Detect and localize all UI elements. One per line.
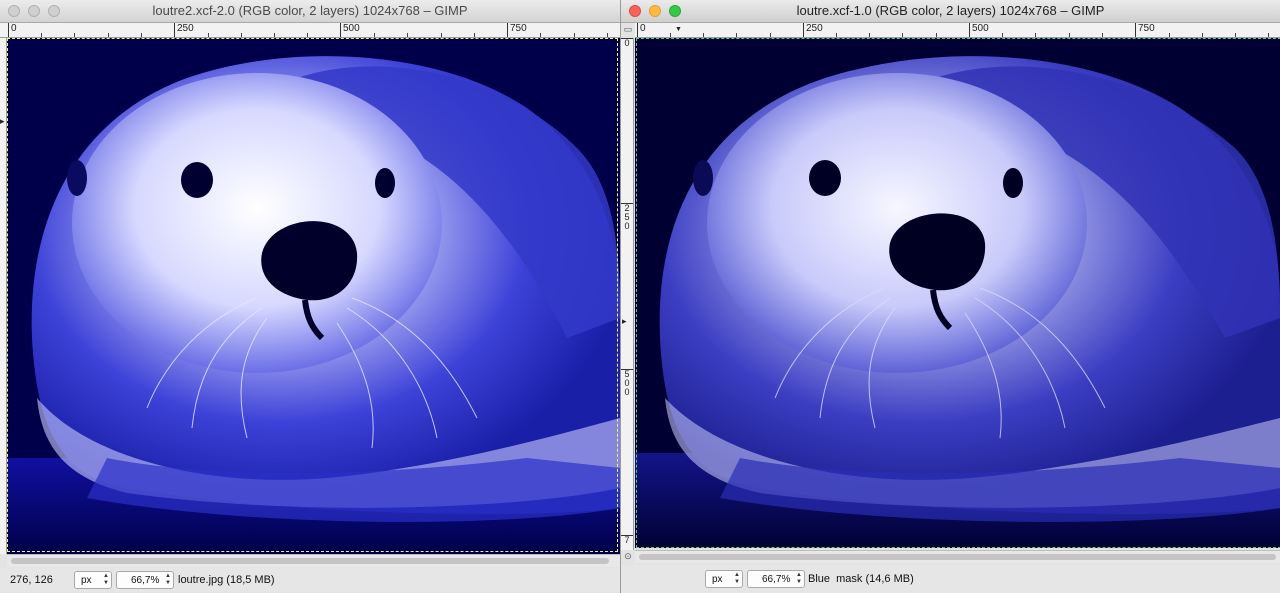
- otter-image: [635, 38, 1280, 548]
- window-title: loutre2.xcf-2.0 (RGB color, 2 layers) 10…: [152, 3, 468, 18]
- title-bar[interactable]: loutre2.xcf-2.0 (RGB color, 2 layers) 10…: [0, 0, 620, 23]
- horizontal-scrollbar[interactable]: [7, 554, 620, 567]
- stepper-arrows-icon: ▲ ▼: [103, 573, 109, 586]
- ruler-label: 250: [174, 23, 194, 37]
- zoom-window-icon[interactable]: [48, 5, 60, 17]
- zoom-selector[interactable]: 66,7% ▲ ▼: [747, 570, 805, 588]
- ruler-label: 0: [8, 23, 17, 37]
- close-window-icon[interactable]: [629, 5, 641, 17]
- ruler-label: 500: [621, 369, 633, 397]
- ruler-label: 750: [507, 23, 527, 37]
- status-info: loutre.jpg (18,5 MB): [178, 574, 275, 586]
- ruler-label: 500: [340, 23, 360, 37]
- horizontal-scrollbar[interactable]: [635, 550, 1280, 563]
- window-controls: [629, 5, 681, 17]
- ruler-label: 250: [803, 23, 823, 37]
- vertical-ruler[interactable]: 0 250 500 7 ▸: [621, 38, 634, 550]
- zoom-window-icon[interactable]: [669, 5, 681, 17]
- horizontal-ruler[interactable]: 0 250 500 750: [0, 23, 620, 38]
- title-bar[interactable]: loutre.xcf-1.0 (RGB color, 2 layers) 102…: [621, 0, 1280, 23]
- gimp-image-window-loutre2[interactable]: loutre2.xcf-2.0 (RGB color, 2 layers) 10…: [0, 0, 620, 593]
- stepper-arrows-icon: ▲ ▼: [734, 572, 740, 585]
- gimp-image-window-loutre[interactable]: loutre.xcf-1.0 (RGB color, 2 layers) 102…: [620, 0, 1280, 593]
- window-controls: [8, 5, 60, 17]
- stepper-arrows-icon: ▲ ▼: [796, 572, 802, 585]
- ruler-label: 750: [1135, 23, 1155, 37]
- zoom-value: 66,7%: [131, 574, 160, 586]
- horizontal-ruler[interactable]: 0 250 500 750 ▼: [635, 23, 1280, 38]
- pointer-marker-icon: ▼: [675, 26, 682, 33]
- zoom-selector[interactable]: 66,7% ▲ ▼: [116, 571, 174, 589]
- unit-value: px: [712, 573, 723, 585]
- image-canvas[interactable]: [7, 38, 620, 554]
- image-canvas[interactable]: [635, 38, 1280, 548]
- ruler-label: 500: [969, 23, 989, 37]
- pointer-marker-icon: ▸: [0, 116, 5, 126]
- quick-mask-toggle-icon[interactable]: ▭: [622, 23, 634, 35]
- scrollbar-thumb[interactable]: [11, 558, 609, 564]
- otter-image: [7, 38, 620, 554]
- window-title: loutre.xcf-1.0 (RGB color, 2 layers) 102…: [796, 3, 1105, 18]
- zoom-fit-icon[interactable]: ⊙: [622, 550, 634, 562]
- unit-selector[interactable]: px ▲ ▼: [705, 570, 743, 588]
- ruler-label: 7: [621, 535, 633, 545]
- zoom-value: 66,7%: [762, 573, 791, 585]
- close-window-icon[interactable]: [8, 5, 20, 17]
- status-bar: 276, 126 px ▲ ▼ 66,7% ▲ ▼ loutre.jpg (18,5…: [0, 568, 620, 592]
- status-bar: px ▲ ▼ 66,7% ▲ ▼ Blue mask (14,6 MB): [621, 565, 1280, 593]
- pointer-marker-icon: ▸: [622, 316, 627, 326]
- ruler-label: 0: [637, 23, 646, 37]
- ruler-label: 0: [621, 38, 633, 48]
- minimize-window-icon[interactable]: [649, 5, 661, 17]
- scrollbar-thumb[interactable]: [639, 554, 1276, 560]
- ruler-label: 250: [621, 203, 633, 231]
- unit-value: px: [81, 574, 92, 586]
- minimize-window-icon[interactable]: [28, 5, 40, 17]
- status-info: Blue mask (14,6 MB): [808, 573, 914, 585]
- pointer-coordinates: 276, 126: [10, 574, 53, 586]
- unit-selector[interactable]: px ▲ ▼: [74, 571, 112, 589]
- stepper-arrows-icon: ▲ ▼: [165, 573, 171, 586]
